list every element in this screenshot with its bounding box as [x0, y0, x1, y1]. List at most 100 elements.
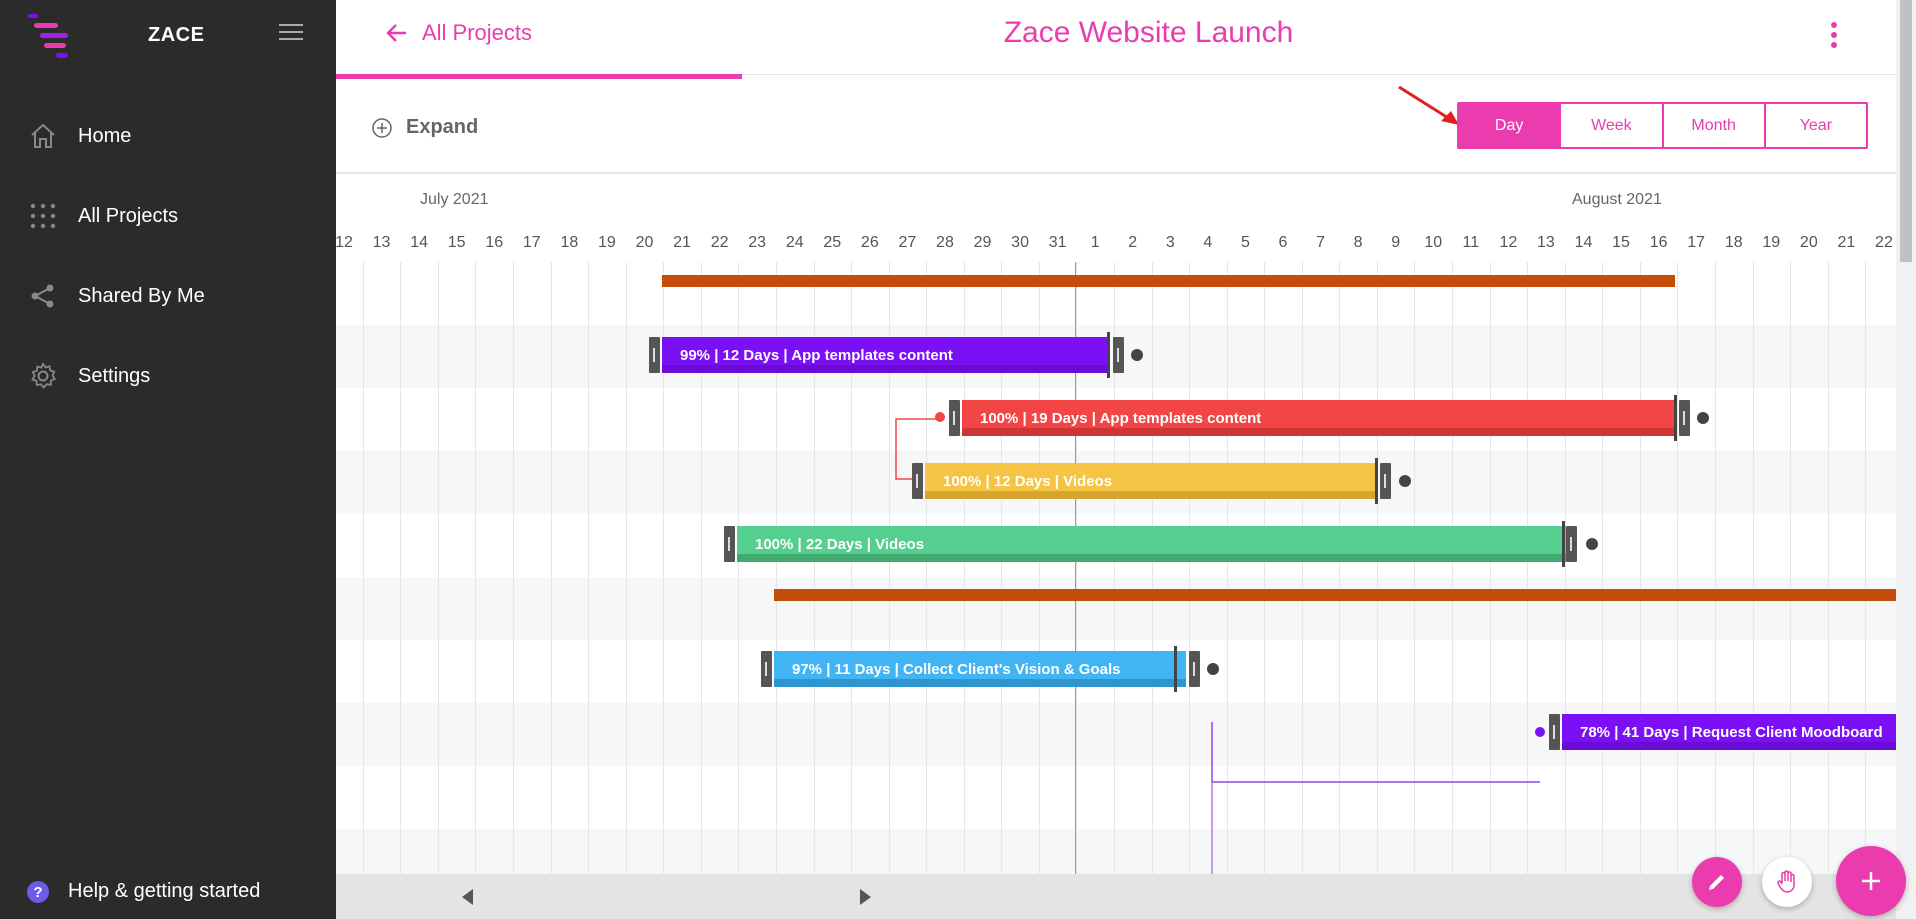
sidebar-item-label: Shared By Me	[78, 284, 205, 307]
help-link[interactable]: ? Help & getting started	[0, 865, 336, 919]
dependency-start-dot[interactable]	[935, 412, 945, 422]
bar-start-handle[interactable]	[649, 337, 660, 373]
bar-start-handle[interactable]	[949, 400, 960, 436]
day-label: 19	[1762, 234, 1781, 251]
day-label: 29	[973, 234, 992, 251]
day-label: 16	[485, 234, 504, 251]
task-bar-label: 97% | 11 Days | Collect Client's Vision …	[792, 660, 1121, 678]
progress-marker[interactable]	[1174, 646, 1177, 692]
day-label: 17	[1687, 234, 1706, 251]
progress-marker[interactable]	[1562, 521, 1565, 567]
pan-fab-button[interactable]	[1762, 857, 1812, 907]
back-link-label: All Projects	[422, 20, 533, 45]
day-label: 8	[1353, 234, 1363, 251]
arrow-left-icon	[386, 24, 406, 42]
day-label: 28	[936, 234, 954, 251]
dependency-connector-dot[interactable]	[1586, 538, 1598, 550]
bar-start-handle[interactable]	[1549, 714, 1560, 750]
hamburger-menu-icon[interactable]	[279, 22, 303, 42]
sidebar-item-all-projects[interactable]: All Projects	[0, 186, 336, 246]
bar-end-handle[interactable]	[1566, 526, 1577, 562]
add-fab-button[interactable]	[1836, 846, 1906, 916]
summary-bar[interactable]	[774, 589, 1896, 601]
task-bar[interactable]: 99% | 12 Days | App templates content	[662, 337, 1108, 373]
expand-button[interactable]: Expand	[372, 116, 478, 139]
day-label: 21	[673, 234, 691, 251]
bar-start-handle[interactable]	[724, 526, 735, 562]
scrollbar-thumb[interactable]	[1900, 0, 1912, 262]
expand-label: Expand	[406, 116, 479, 138]
dependency-connector-dot[interactable]	[1131, 349, 1143, 361]
day-label: 15	[1612, 234, 1630, 251]
scroll-right-arrow-icon[interactable]	[860, 889, 871, 905]
task-bar-label: 99% | 12 Days | App templates content	[680, 346, 953, 364]
view-month-button[interactable]: Month	[1664, 104, 1766, 147]
view-day-button[interactable]: Day	[1459, 104, 1562, 147]
task-bar[interactable]: 100% | 19 Days | App templates content	[962, 400, 1675, 436]
app-brand: ZACE	[148, 24, 205, 46]
progress-marker[interactable]	[1674, 395, 1677, 441]
progress-marker[interactable]	[1375, 458, 1378, 504]
bar-end-handle[interactable]	[1113, 337, 1124, 373]
sidebar-item-settings[interactable]: Settings	[0, 346, 336, 406]
day-label: 18	[560, 234, 579, 251]
task-bar[interactable]: 78% | 41 Days | Request Client Moodboard	[1562, 714, 1896, 750]
day-label: 25	[823, 234, 842, 251]
day-label: 7	[1316, 234, 1325, 251]
day-label: 14	[1574, 234, 1593, 251]
bar-end-handle[interactable]	[1189, 651, 1200, 687]
month-label-august: August 2021	[1572, 191, 1662, 208]
page-title: Zace Website Launch	[1003, 16, 1294, 49]
day-label: 20	[635, 234, 654, 251]
task-bar-label: 78% | 41 Days | Request Client Moodboard	[1580, 723, 1883, 741]
day-label: 17	[522, 234, 541, 251]
day-label: 10	[1424, 234, 1443, 251]
bar-start-handle[interactable]	[761, 651, 772, 687]
vertical-scrollbar[interactable]	[1896, 0, 1916, 919]
task-bar-label: 100% | 12 Days | Videos	[943, 472, 1113, 490]
day-label: 3	[1165, 234, 1175, 251]
view-week-button[interactable]: Week	[1561, 104, 1664, 147]
day-label: 11	[1462, 234, 1480, 251]
day-label: 27	[898, 234, 917, 251]
dependency-connector-dot[interactable]	[1697, 412, 1709, 424]
dependency-connector-dot[interactable]	[1207, 663, 1219, 675]
task-bar[interactable]: 97% | 11 Days | Collect Client's Vision …	[774, 651, 1186, 687]
progress-marker[interactable]	[1107, 332, 1110, 378]
bar-start-handle[interactable]	[912, 463, 923, 499]
day-label: 1	[1090, 234, 1100, 251]
red-arrow-annotation-icon	[1398, 85, 1459, 125]
plus-circle-icon	[372, 117, 392, 138]
scroll-left-arrow-icon[interactable]	[462, 889, 473, 905]
day-label: 21	[1837, 234, 1856, 251]
dependency-end-dot[interactable]	[1535, 727, 1545, 737]
zace-logo-icon	[28, 14, 68, 58]
day-label: 13	[372, 234, 391, 251]
gantt-timeline: July 2021 August 2021 12 13 14 15 16 17 18 19 20…	[336, 174, 1896, 874]
home-icon	[28, 121, 58, 151]
day-label: 26	[860, 234, 879, 251]
sidebar-item-shared-by-me[interactable]: Shared By Me	[0, 266, 336, 326]
share-icon	[28, 281, 58, 311]
task-bar[interactable]: 100% | 12 Days | Videos	[925, 463, 1376, 499]
view-year-button[interactable]: Year	[1766, 104, 1866, 147]
dependency-connector-dot[interactable]	[1399, 475, 1411, 487]
gear-icon	[28, 361, 58, 391]
edit-fab-button[interactable]	[1692, 857, 1742, 907]
back-to-all-projects-link[interactable]: All Projects	[386, 20, 532, 46]
day-label: 14	[410, 234, 428, 251]
day-label: 5	[1240, 234, 1250, 251]
page-header: All Projects Zace Website Launch	[336, 0, 1896, 79]
bar-end-handle[interactable]	[1679, 400, 1690, 436]
summary-bar[interactable]	[662, 275, 1675, 287]
more-options-icon[interactable]	[1828, 22, 1840, 50]
day-label: 2	[1128, 234, 1138, 251]
view-mode-switch: Day Week Month Year	[1457, 102, 1868, 149]
task-bar[interactable]: 100% | 22 Days | Videos	[737, 526, 1566, 562]
pencil-icon	[1709, 875, 1724, 890]
hand-icon	[1777, 870, 1795, 893]
day-label: 31	[1048, 234, 1067, 251]
bar-end-handle[interactable]	[1380, 463, 1391, 499]
horizontal-scrollbar[interactable]	[336, 874, 1896, 919]
sidebar-item-home[interactable]: Home	[0, 106, 336, 166]
